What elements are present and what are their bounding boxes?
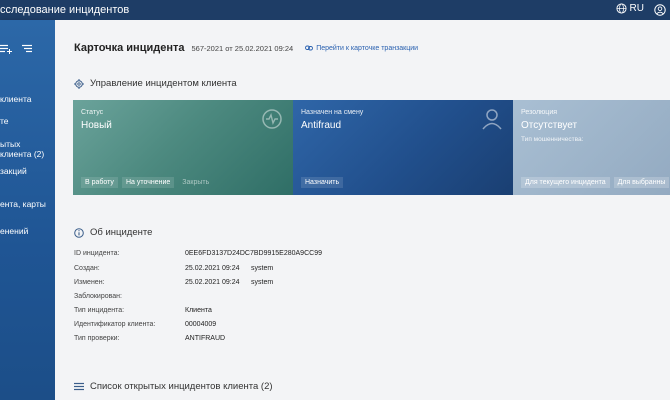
settings-cog-icon: [74, 78, 84, 89]
sidebar-item-transactions[interactable]: закций: [0, 166, 55, 176]
detail-key: Тип проверки:: [74, 335, 120, 342]
detail-key: Создан:: [74, 265, 100, 272]
incident-meta: 567-2021 от 25.02.2021 09:24: [191, 44, 294, 53]
resolution-actions: Для текущего инцидента Для выбранны: [521, 177, 670, 188]
assigned-label: Назначен на смену: [301, 109, 364, 116]
detail-value: 25.02.2021 09:24: [185, 265, 240, 272]
language-switcher[interactable]: RU: [616, 3, 644, 14]
sidebar-item-open-2[interactable]: клиента (2): [0, 149, 55, 159]
status-label: Статус: [81, 109, 104, 116]
status-actions: В работу На уточнение Закрыть: [81, 177, 213, 188]
detail-key: Тип инцидента:: [74, 307, 125, 314]
detail-row: Заблокирован:: [74, 293, 374, 303]
detail-row: Создан: 25.02.2021 09:24 system: [74, 265, 374, 275]
detail-row: Изменен: 25.02.2021 09:24 system: [74, 279, 374, 289]
go-to-transaction-link[interactable]: Перейти к карточке транзакции: [305, 45, 418, 52]
status-card: Статус Новый В работу На уточнение Закры…: [73, 100, 293, 195]
user-icon: [654, 4, 666, 16]
status-value: Новый: [81, 120, 112, 131]
detail-key: ID инцидента:: [74, 250, 120, 257]
detail-key: Заблокирован:: [74, 293, 122, 300]
detail-row: Тип инцидента: Клиента: [74, 307, 374, 317]
detail-extra: system: [251, 279, 274, 286]
language-label: RU: [629, 3, 644, 14]
for-selected-button[interactable]: Для выбранны: [613, 177, 670, 188]
globe-icon: [616, 3, 627, 14]
open-incidents-title[interactable]: Список открытых инцидентов клиента (2): [90, 381, 273, 392]
detail-key: Изменен:: [74, 279, 105, 286]
info-icon: [74, 227, 84, 238]
detail-extra: system: [251, 265, 274, 272]
detail-row: Идентификатор клиента: 00004009: [74, 321, 374, 331]
detail-value: 25.02.2021 09:24: [185, 279, 240, 286]
assigned-actions: Назначить: [301, 177, 344, 188]
close-button[interactable]: Закрыть: [178, 177, 213, 188]
sidebar: клиента те ытых клиента (2) закций ента,…: [0, 20, 55, 400]
resolution-card: Резолюция Отсутствует Тип мошенничества:…: [513, 100, 670, 195]
top-bar: сследование инцидентов RU: [0, 0, 670, 20]
clarify-button[interactable]: На уточнение: [121, 177, 175, 188]
assigned-value: Antifraud: [301, 120, 342, 131]
go-to-transaction-label: Перейти к карточке транзакции: [316, 44, 419, 52]
to-work-button[interactable]: В работу: [81, 177, 118, 188]
assigned-card: Назначен на смену Antifraud Назначить: [293, 100, 513, 195]
detail-value: 0EE6FD3137D24DC7BD9915E280A9CC99: [185, 250, 322, 257]
about-section-title: Об инциденте: [74, 227, 152, 238]
incident-cards: Статус Новый В работу На уточнение Закры…: [73, 100, 670, 195]
sidebar-item-client[interactable]: клиента: [0, 94, 55, 104]
resolution-label: Резолюция: [521, 109, 558, 116]
app-title: сследование инцидентов: [0, 4, 130, 16]
sidebar-item-open-1[interactable]: ытых: [0, 139, 55, 149]
fraud-type-label: Тип мошенничества:: [521, 136, 584, 143]
detail-value: 00004009: [185, 321, 217, 328]
main-content: Карточка инцидента 567-2021 от 25.02.202…: [55, 20, 670, 400]
open-incidents-section-title: Список открытых инцидентов клиента (2): [74, 381, 273, 392]
sidebar-collapse-icon[interactable]: [22, 41, 33, 59]
sidebar-tools: [0, 41, 55, 54]
detail-row: Тип проверки: ANTIFRAUD: [74, 335, 374, 345]
for-current-incident-button[interactable]: Для текущего инцидента: [521, 177, 610, 188]
detail-row: ID инцидента: 0EE6FD3137D24DC7BD9915E280…: [74, 250, 374, 260]
assign-button[interactable]: Назначить: [301, 177, 344, 188]
sidebar-item-client-card[interactable]: ента, карты: [0, 199, 55, 209]
sidebar-item-2[interactable]: те: [0, 116, 55, 126]
resolution-value: Отсутствует: [521, 120, 578, 131]
page-title: Карточка инцидента: [74, 42, 185, 54]
status-cycle-icon: [261, 108, 283, 135]
person-icon: [481, 108, 503, 135]
list-icon: [74, 382, 84, 391]
user-profile-button[interactable]: [654, 3, 666, 21]
sidebar-list-add-icon[interactable]: [0, 41, 12, 59]
link-icon: [305, 45, 314, 51]
management-title: Управление инцидентом клиента: [90, 78, 237, 89]
about-title: Об инциденте: [90, 227, 153, 238]
page-header: Карточка инцидента 567-2021 от 25.02.202…: [74, 42, 418, 54]
detail-value: Клиента: [185, 307, 212, 314]
sidebar-item-changes[interactable]: енений: [0, 226, 55, 236]
management-section-title: Управление инцидентом клиента: [74, 78, 237, 89]
detail-key: Идентификатор клиента:: [74, 321, 156, 328]
detail-value: ANTIFRAUD: [185, 335, 226, 342]
